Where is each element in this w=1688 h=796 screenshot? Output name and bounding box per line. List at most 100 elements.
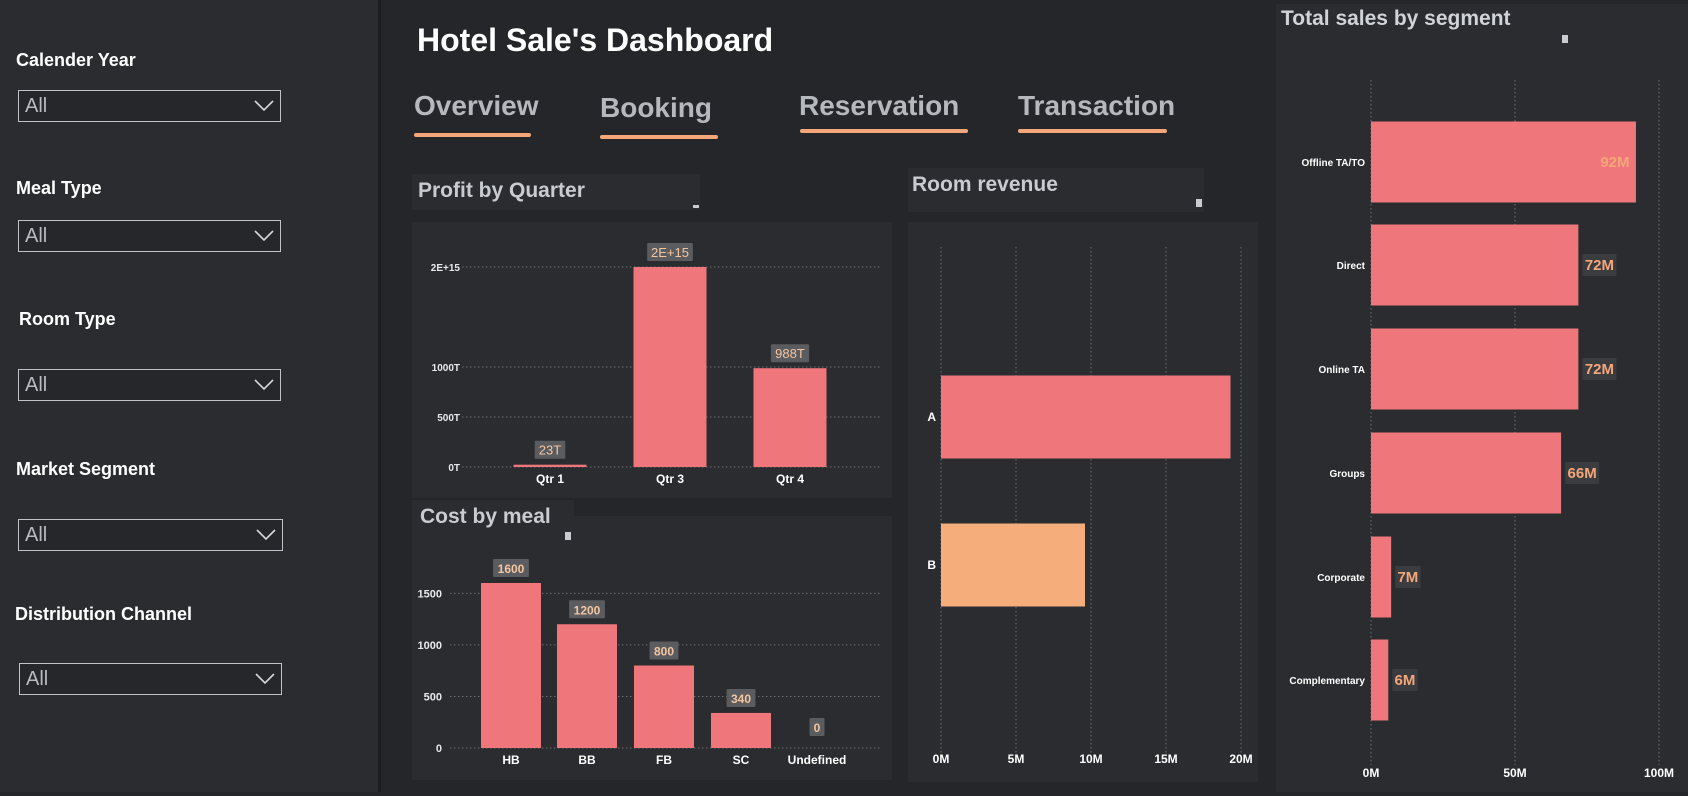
y-tick-label: B bbox=[927, 558, 936, 572]
y-tick-label: Corporate bbox=[1317, 573, 1365, 584]
filter-market-segment: Market Segment All bbox=[16, 459, 283, 551]
data-label: 340 bbox=[731, 692, 751, 706]
bar bbox=[1371, 328, 1579, 410]
filter-label: Distribution Channel bbox=[15, 604, 192, 624]
data-label: 6M bbox=[1395, 672, 1416, 689]
y-tick-label: 0 bbox=[436, 743, 442, 755]
data-label: 0 bbox=[814, 721, 821, 735]
x-tick-label: HB bbox=[502, 753, 520, 767]
data-label: 66M bbox=[1568, 465, 1597, 482]
x-tick-label: 100M bbox=[1644, 766, 1674, 780]
meal-type-dropdown[interactable]: All bbox=[18, 220, 281, 252]
filter-label: Meal Type bbox=[16, 178, 102, 198]
y-tick-label: 0T bbox=[448, 463, 460, 474]
segment-chart-title: Total sales by segment bbox=[1281, 7, 1511, 30]
bar bbox=[711, 712, 771, 748]
tab-booking-underline bbox=[600, 135, 718, 139]
dropdown-value: All bbox=[25, 224, 48, 247]
x-tick-label: 5M bbox=[1008, 752, 1025, 766]
x-tick-label: Qtr 3 bbox=[656, 472, 684, 486]
x-tick-label: 0M bbox=[933, 752, 950, 766]
filter-label: Room Type bbox=[19, 309, 116, 329]
y-tick-label: 500 bbox=[424, 691, 442, 703]
tab-reservation-underline bbox=[800, 129, 968, 133]
x-tick-label: BB bbox=[578, 753, 596, 767]
room-type-dropdown[interactable]: All bbox=[18, 369, 281, 401]
data-label: 23T bbox=[539, 443, 561, 458]
focus-marker bbox=[1196, 199, 1202, 207]
x-tick-label: 15M bbox=[1154, 752, 1177, 766]
profit-chart-title: Profit by Quarter bbox=[418, 179, 585, 202]
filter-label: Calender Year bbox=[16, 50, 136, 70]
tab-overview[interactable]: Overview bbox=[414, 90, 539, 122]
x-tick-label: 10M bbox=[1079, 752, 1102, 766]
calendar-year-dropdown[interactable]: All bbox=[18, 90, 281, 122]
y-tick-label: 1000 bbox=[418, 640, 442, 652]
y-tick-label: Offline TA/TO bbox=[1301, 158, 1365, 169]
y-tick-label: 1000T bbox=[432, 363, 460, 374]
x-tick-label: FB bbox=[656, 753, 672, 767]
y-tick-label: 500T bbox=[437, 413, 460, 424]
dropdown-value: All bbox=[26, 667, 49, 690]
bar bbox=[941, 375, 1231, 459]
bar bbox=[634, 665, 694, 748]
tab-overview-underline bbox=[414, 133, 531, 137]
page-title: Hotel Sale's Dashboard bbox=[417, 22, 774, 58]
tab-reservation[interactable]: Reservation bbox=[799, 90, 959, 122]
y-tick-label: Groups bbox=[1329, 469, 1365, 480]
room-chart-title: Room revenue bbox=[912, 173, 1058, 196]
y-tick-label: 2E+15 bbox=[431, 263, 461, 274]
bar bbox=[1371, 224, 1579, 306]
focus-marker bbox=[565, 532, 571, 540]
x-tick-label: 50M bbox=[1503, 766, 1526, 780]
tab-booking[interactable]: Booking bbox=[600, 92, 712, 124]
x-tick-label: 20M bbox=[1229, 752, 1252, 766]
chevron-down-icon bbox=[254, 230, 274, 242]
dropdown-value: All bbox=[25, 94, 48, 117]
x-tick-label: Undefined bbox=[788, 753, 847, 767]
cost-by-meal-chart: 0 500 1000 1500 HB 1600 BB 1200 FB 800 SC 340 Undefi… bbox=[418, 559, 882, 767]
y-tick-label: Online TA bbox=[1319, 365, 1365, 376]
distribution-channel-dropdown[interactable]: All bbox=[19, 663, 282, 695]
x-tick-label: 0M bbox=[1363, 766, 1380, 780]
y-tick-label: 1500 bbox=[418, 588, 442, 600]
focus-marker bbox=[693, 205, 699, 208]
data-label: 72M bbox=[1585, 361, 1614, 378]
bar bbox=[481, 583, 541, 748]
room-revenue-chart: 0M 5M 10M 15M 20M A B bbox=[927, 247, 1253, 766]
data-label: 1200 bbox=[574, 603, 601, 617]
chevron-down-icon bbox=[256, 529, 276, 541]
bar bbox=[557, 624, 617, 748]
data-label: 72M bbox=[1585, 257, 1614, 274]
bar bbox=[1371, 639, 1389, 721]
y-tick-label: Direct bbox=[1337, 261, 1366, 272]
chevron-down-icon bbox=[254, 379, 274, 391]
data-label: 800 bbox=[654, 645, 674, 659]
filter-label: Market Segment bbox=[16, 459, 156, 479]
market-segment-dropdown[interactable]: All bbox=[18, 519, 283, 551]
sales-by-segment-chart: 0M 50M 100M Offline TA/TO 92M Direct 72M Online… bbox=[1289, 80, 1674, 780]
bar bbox=[1371, 536, 1392, 618]
filter-distribution-channel: Distribution Channel All bbox=[15, 604, 282, 695]
filter-meal-type: Meal Type All bbox=[16, 178, 282, 252]
meal-chart-title: Cost by meal bbox=[420, 505, 551, 528]
data-label: 988T bbox=[775, 346, 805, 361]
bar bbox=[1371, 121, 1636, 203]
filter-sidebar: Calender Year All Meal Type All Room Typ… bbox=[0, 0, 381, 792]
bar bbox=[941, 523, 1085, 607]
tab-transaction[interactable]: Transaction bbox=[1018, 90, 1175, 122]
data-label: 92M bbox=[1600, 154, 1629, 171]
y-tick-label: A bbox=[927, 410, 936, 424]
filter-room-type: Room Type All bbox=[16, 309, 282, 401]
bar bbox=[513, 464, 587, 467]
x-tick-label: Qtr 4 bbox=[776, 472, 804, 486]
chevron-down-icon bbox=[254, 100, 274, 112]
bar bbox=[633, 267, 707, 467]
x-tick-label: SC bbox=[733, 753, 750, 767]
x-tick-label: Qtr 1 bbox=[536, 472, 564, 486]
data-label: 7M bbox=[1397, 569, 1418, 586]
y-tick-label: Complementary bbox=[1289, 676, 1365, 687]
data-label: 2E+15 bbox=[651, 245, 689, 260]
bar bbox=[1371, 432, 1562, 514]
dropdown-value: All bbox=[25, 373, 48, 396]
